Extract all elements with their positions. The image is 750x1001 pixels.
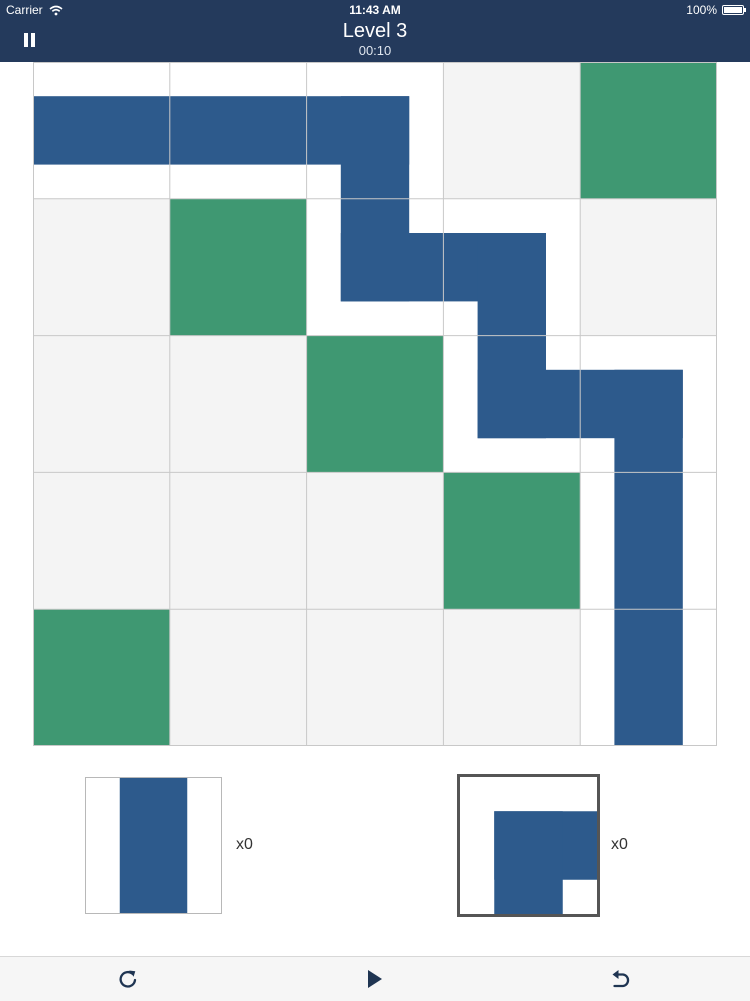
board-cell-r2-c1[interactable]: [169, 335, 307, 473]
board-cell-r3-c3[interactable]: [443, 472, 581, 610]
board-cell-r1-c3[interactable]: [443, 198, 581, 336]
board-cell-r0-c3[interactable]: [443, 62, 581, 199]
board-cell-r0-c0[interactable]: [33, 62, 170, 199]
board-cell-r4-c3[interactable]: [443, 609, 581, 746]
cell-bg: [580, 198, 717, 336]
level-title: Level 3: [342, 20, 408, 42]
battery-icon: [722, 5, 746, 15]
cell-bg: [169, 335, 307, 473]
board-cell-r4-c2[interactable]: [306, 609, 444, 746]
piece-straight-vertical: [119, 778, 188, 913]
status-time: 11:43 AM: [349, 3, 401, 17]
cell-bg: [443, 62, 581, 199]
undo-button[interactable]: [607, 965, 635, 993]
puzzle-board[interactable]: [33, 62, 717, 746]
play-button[interactable]: [361, 965, 389, 993]
cell-bg: [306, 472, 444, 610]
board-cell-r0-c4[interactable]: [580, 62, 717, 199]
cell-bg: [33, 472, 170, 610]
restart-button[interactable]: [114, 965, 142, 993]
board-cell-r2-c2[interactable]: [306, 335, 444, 473]
piece-tile: [119, 778, 188, 913]
pipe-segment: [477, 233, 546, 336]
cell-bg: [306, 609, 444, 746]
pipe-segment: [340, 233, 444, 302]
board-cell-r1-c1[interactable]: [169, 198, 307, 336]
play-icon: [368, 970, 382, 988]
board-cell-r1-c2[interactable]: [306, 198, 444, 336]
board-cell-r2-c3[interactable]: [443, 335, 581, 473]
board-cell-r1-c0[interactable]: [33, 198, 170, 336]
board-cell-r3-c1[interactable]: [169, 472, 307, 610]
block-tile: [306, 335, 444, 473]
piece-count-corner: x0: [611, 836, 628, 853]
bottom-toolbar: [0, 956, 750, 1001]
block-tile: [169, 198, 307, 336]
board-cell-r2-c4[interactable]: [580, 335, 717, 473]
board-cell-r3-c4[interactable]: [580, 472, 717, 610]
block-tile: [33, 609, 170, 746]
board-cell-r0-c1[interactable]: [169, 62, 307, 199]
pipe-segment: [614, 369, 683, 473]
block-tile: [580, 62, 717, 199]
block-tile: [443, 472, 581, 610]
board-cell-r4-c0[interactable]: [33, 609, 170, 746]
pipe-segment: [340, 96, 410, 199]
board-cell-r1-c4[interactable]: [580, 198, 717, 336]
piece-tile: [494, 811, 597, 914]
cell-bg: [33, 335, 170, 473]
board-cell-r0-c2[interactable]: [306, 62, 444, 199]
restart-icon: [119, 970, 137, 988]
board-cell-r4-c4[interactable]: [580, 609, 717, 746]
pipe-segment: [119, 778, 188, 913]
piece-tray-corner[interactable]: [457, 774, 600, 917]
pipe-segment: [614, 472, 683, 610]
piece-corner: [494, 811, 597, 914]
cell-bg: [33, 198, 170, 336]
cell-bg: [443, 609, 581, 746]
board-cell-r3-c0[interactable]: [33, 472, 170, 610]
battery-percent: 100%: [686, 3, 717, 17]
nav-bar: Level 3 00:10: [0, 20, 750, 62]
pipe-segment: [614, 609, 683, 746]
status-bar: Carrier 11:43 AM 100%: [0, 0, 750, 20]
piece-tray-straight[interactable]: [85, 777, 222, 914]
board-cell-r4-c1[interactable]: [169, 609, 307, 746]
piece-count-straight: x0: [236, 836, 253, 853]
cell-bg: [169, 472, 307, 610]
cell-bg: [169, 609, 307, 746]
pipe-segment: [169, 96, 307, 165]
pipe-segment: [494, 811, 563, 914]
level-timer: 00:10: [358, 43, 392, 58]
board-cell-r2-c0[interactable]: [33, 335, 170, 473]
battery-group: 100%: [686, 3, 746, 17]
undo-icon: [612, 970, 630, 988]
pipe-segment: [33, 96, 170, 165]
board-cell-r3-c2[interactable]: [306, 472, 444, 610]
pipe-segment: [477, 369, 581, 439]
